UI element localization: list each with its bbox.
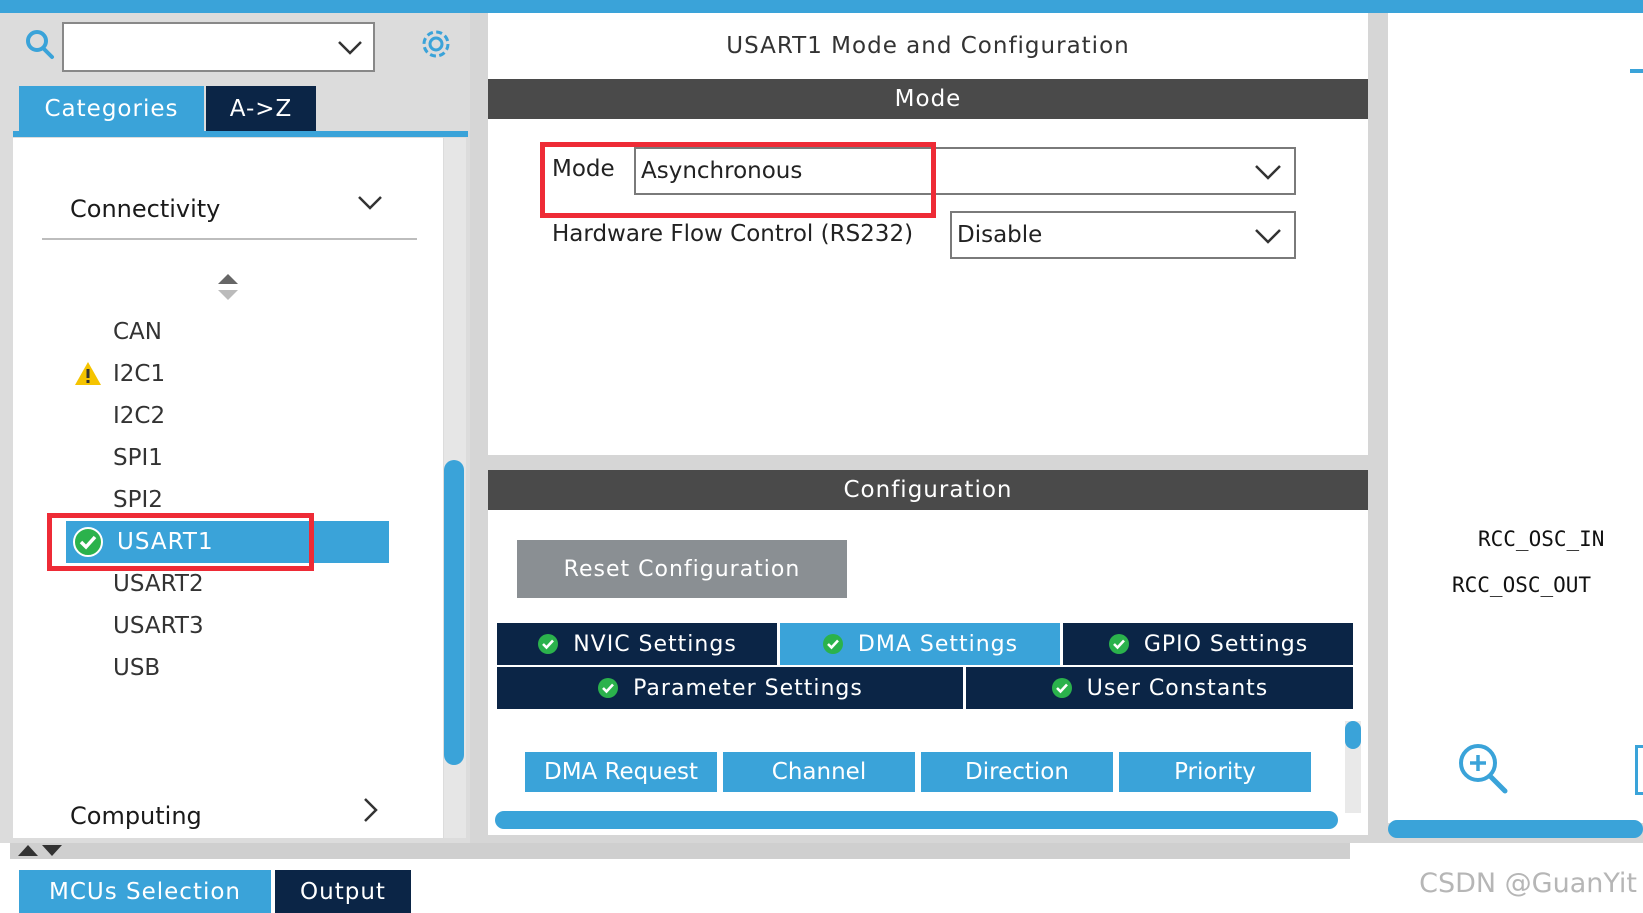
search-combobox[interactable] xyxy=(62,22,375,72)
pinout-view xyxy=(1388,13,1643,823)
tab-categories[interactable]: Categories xyxy=(19,86,204,132)
chevron-down-icon xyxy=(1255,165,1281,180)
column-priority[interactable]: Priority xyxy=(1119,752,1311,792)
category-list xyxy=(13,138,443,838)
config-title: USART1 Mode and Configuration xyxy=(488,13,1368,79)
mode-header: Mode xyxy=(488,79,1368,119)
hfc-select-value: Disable xyxy=(957,222,1043,248)
pin-label-rcc-osc-in: RCC_OSC_IN xyxy=(1478,527,1605,551)
check-circle-icon xyxy=(822,634,843,654)
configuration-header: Configuration xyxy=(488,470,1368,510)
check-circle-icon xyxy=(1108,634,1129,654)
list-item-usart2[interactable]: USART2 xyxy=(113,567,204,601)
warning-icon xyxy=(75,362,101,385)
tab-output[interactable]: Output xyxy=(275,870,411,913)
column-dma-request[interactable]: DMA Request xyxy=(525,752,717,792)
tab-nvic-settings[interactable]: NVIC Settings xyxy=(497,623,777,665)
panel-resize-grip[interactable] xyxy=(10,843,1350,859)
pin-mark xyxy=(1630,69,1643,73)
check-circle-icon xyxy=(1051,678,1072,698)
list-item-can[interactable]: CAN xyxy=(113,315,162,349)
fit-view-icon[interactable] xyxy=(1635,745,1643,795)
tab-underline xyxy=(13,131,468,137)
chevron-down-icon[interactable] xyxy=(356,188,384,216)
pinout-hscroll[interactable] xyxy=(1388,820,1643,838)
dma-table-vscroll-thumb[interactable] xyxy=(1345,721,1361,749)
check-circle-icon xyxy=(538,634,559,654)
list-item-usb[interactable]: USB xyxy=(113,651,160,685)
tab-user-constants[interactable]: User Constants xyxy=(966,667,1353,709)
hfc-label: Hardware Flow Control (RS232) xyxy=(552,221,914,247)
watermark: CSDN @GuanYit xyxy=(1419,868,1637,899)
group-computing[interactable]: Computing xyxy=(70,802,202,830)
tab-dma-label: DMA Settings xyxy=(857,631,1019,657)
highlight-box-mode xyxy=(540,142,936,218)
tab-user-constants-label: User Constants xyxy=(1086,675,1269,701)
top-accent-bar xyxy=(0,0,1643,13)
tab-parameter-settings[interactable]: Parameter Settings xyxy=(497,667,963,709)
group-connectivity[interactable]: Connectivity xyxy=(70,195,220,223)
list-item-spi2[interactable]: SPI2 xyxy=(113,483,163,517)
tab-gpio-settings[interactable]: GPIO Settings xyxy=(1063,623,1353,665)
category-scroll-thumb[interactable] xyxy=(444,460,464,765)
column-channel[interactable]: Channel xyxy=(723,752,915,792)
column-direction[interactable]: Direction xyxy=(921,752,1113,792)
check-circle-icon xyxy=(598,678,619,698)
tab-dma-settings[interactable]: DMA Settings xyxy=(780,623,1060,665)
resize-arrows-icon[interactable] xyxy=(16,844,68,858)
list-item-spi1[interactable]: SPI1 xyxy=(113,441,163,475)
search-icon[interactable] xyxy=(24,28,56,60)
zoom-in-icon[interactable] xyxy=(1455,740,1511,796)
pin-label-rcc-osc-out: RCC_OSC_OUT xyxy=(1452,573,1592,597)
sort-icon[interactable] xyxy=(215,272,241,302)
highlight-box-usart1 xyxy=(47,513,314,571)
dma-table-hscroll[interactable] xyxy=(495,811,1338,829)
chevron-down-icon xyxy=(338,41,362,55)
tab-nvic-label: NVIC Settings xyxy=(573,631,737,657)
list-item-i2c2[interactable]: I2C2 xyxy=(113,399,165,433)
gear-icon[interactable] xyxy=(418,26,454,62)
tab-mcus-selection[interactable]: MCUs Selection xyxy=(19,870,271,913)
tab-parameter-label: Parameter Settings xyxy=(633,675,863,701)
reset-configuration-button[interactable]: Reset Configuration xyxy=(517,540,847,598)
tab-gpio-label: GPIO Settings xyxy=(1143,631,1309,657)
tab-a-z[interactable]: A->Z xyxy=(206,86,316,132)
list-item-usart3[interactable]: USART3 xyxy=(113,609,204,643)
chevron-right-icon[interactable] xyxy=(356,796,384,824)
hfc-select[interactable]: Disable xyxy=(950,211,1296,259)
list-item-i2c1[interactable]: I2C1 xyxy=(113,357,165,391)
group-divider xyxy=(42,238,417,240)
chevron-down-icon xyxy=(1255,229,1281,244)
